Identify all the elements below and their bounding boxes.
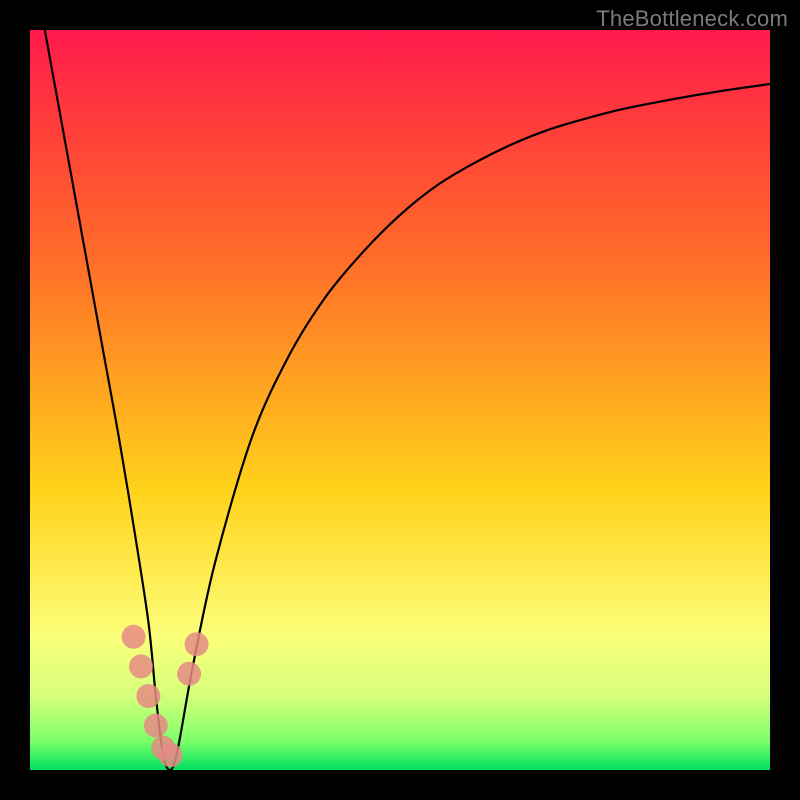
watermark-text: TheBottleneck.com [596,6,788,32]
salmon-dots-group [122,625,209,767]
bottleneck-curve [45,30,770,770]
salmon-dot [122,625,146,649]
salmon-dot [136,684,160,708]
chart-svg [30,30,770,770]
chart-frame: TheBottleneck.com [0,0,800,800]
chart-plot-area [30,30,770,770]
salmon-dot [185,632,209,656]
salmon-dot [177,662,201,686]
salmon-dot [129,654,153,678]
salmon-dot [159,743,183,767]
salmon-dot [144,714,168,738]
